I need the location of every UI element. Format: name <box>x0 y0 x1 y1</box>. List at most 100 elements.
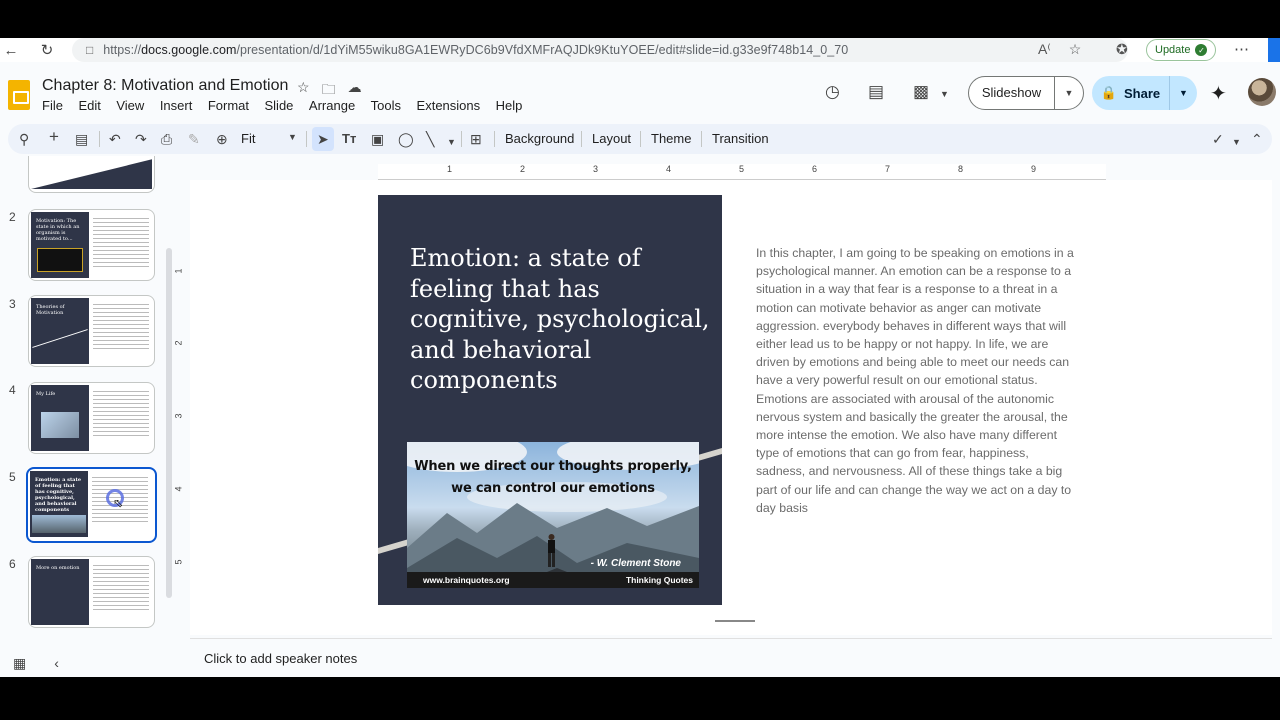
menu-insert[interactable]: Insert <box>160 98 193 113</box>
line-icon[interactable]: ╲ <box>426 130 434 148</box>
menu-file[interactable]: File <box>42 98 63 113</box>
lock-icon: 🔒 <box>1100 85 1118 100</box>
share-dropdown-icon[interactable]: ▼ <box>1170 88 1197 98</box>
address-bar[interactable]: □ https://docs.google.com/presentation/d… <box>72 38 1128 62</box>
zoom-dropdown-icon[interactable]: ▼ <box>288 132 297 142</box>
ruler-tick: 6 <box>812 164 818 174</box>
meet-camera-icon[interactable]: ▩ <box>913 82 929 102</box>
ruler-tick: 2 <box>173 340 184 346</box>
menu-extensions[interactable]: Extensions <box>417 98 481 113</box>
site-info-icon[interactable]: □ <box>86 43 93 57</box>
collapse-filmstrip-icon[interactable]: ‹ <box>54 655 59 672</box>
back-arrow-icon[interactable]: ← <box>0 39 22 61</box>
add-comment-icon[interactable]: ⊞ <box>470 130 482 148</box>
slide-body-text[interactable]: In this chapter, I am going to be speaki… <box>756 244 1078 517</box>
toolbar-divider <box>99 131 100 147</box>
slide-thumbnail[interactable]: More on emotion <box>28 556 155 628</box>
search-menus-icon[interactable]: ⚲ <box>19 130 29 148</box>
read-aloud-icon[interactable]: A⁽ <box>1038 41 1051 58</box>
toolbar-divider <box>701 131 702 147</box>
browser-sidebar-icon[interactable] <box>1268 38 1280 62</box>
speaker-notes[interactable]: Click to add speaker notes <box>190 638 1272 677</box>
browser-menu-icon[interactable]: ⋯ <box>1234 40 1249 58</box>
new-slide-icon[interactable]: + <box>49 128 59 146</box>
editing-mode-dropdown-icon[interactable]: ▼ <box>1232 133 1241 151</box>
background-button[interactable]: Background <box>505 131 574 146</box>
slide-thumbnail[interactable]: My Life <box>28 382 155 454</box>
ruler-horizontal: 1 2 3 4 5 6 7 8 9 <box>378 164 1106 180</box>
layout-button[interactable]: Layout <box>592 131 631 146</box>
thumbnail-image <box>32 515 86 533</box>
menu-edit[interactable]: Edit <box>78 98 100 113</box>
slide-number: 3 <box>9 297 16 311</box>
slideshow-dropdown-icon[interactable]: ▼ <box>1055 88 1083 98</box>
menu-tools[interactable]: Tools <box>371 98 401 113</box>
app-window: ← ↻ □ https://docs.google.com/presentati… <box>0 38 1280 677</box>
new-slide-layout-icon[interactable]: ▤ <box>75 130 88 148</box>
line-dropdown-icon[interactable]: ▼ <box>447 133 456 151</box>
toolbar-divider <box>581 131 582 147</box>
text-box-icon[interactable]: Tᴛ <box>342 130 356 148</box>
thumbnail-title: My Life <box>36 391 56 397</box>
redo-icon[interactable]: ↷ <box>135 130 147 148</box>
thumbnail-text <box>93 218 149 270</box>
image-brand: Thinking Quotes <box>625 575 693 585</box>
zoom-select[interactable]: Fit <box>241 131 255 146</box>
slide[interactable]: Emotion: a state of feeling that has cog… <box>378 195 1106 605</box>
toolbar-divider <box>461 131 462 147</box>
slide-thumbnail-selected[interactable]: Emotion: a state of feeling that has cog… <box>26 467 157 543</box>
theme-button[interactable]: Theme <box>651 131 691 146</box>
gemini-sparkle-icon[interactable]: ✦ <box>1210 81 1227 106</box>
thumbnail-image <box>41 412 79 438</box>
slide-title[interactable]: Emotion: a state of feeling that has cog… <box>410 243 710 396</box>
slideshow-label[interactable]: Slideshow <box>969 77 1055 109</box>
version-history-icon[interactable]: ◷ <box>825 82 840 102</box>
slide-number: 2 <box>9 210 16 224</box>
shape-icon[interactable]: ◯ <box>398 130 414 148</box>
menu-help[interactable]: Help <box>496 98 523 113</box>
share-main[interactable]: 🔒 Share <box>1092 76 1170 110</box>
collapse-toolbar-icon[interactable]: ⌃ <box>1251 130 1263 148</box>
undo-icon[interactable]: ↶ <box>109 130 121 148</box>
thumbnail-title: Theories of Motivation <box>36 304 65 316</box>
transition-button[interactable]: Transition <box>712 131 769 146</box>
account-avatar[interactable] <box>1248 78 1276 106</box>
mouse-cursor-icon: ⬁ <box>113 496 124 510</box>
filmstrip-scrollbar[interactable] <box>166 248 172 598</box>
zoom-icon[interactable]: ⊕ <box>216 130 228 148</box>
select-arrow-icon[interactable]: ➤ <box>317 130 329 148</box>
menu-view[interactable]: View <box>116 98 144 113</box>
thumbnail-dark-panel: Motivation: The state in which an organi… <box>31 212 89 278</box>
notes-resize-handle[interactable] <box>715 620 755 622</box>
slideshow-button[interactable]: Slideshow ▼ <box>968 76 1084 110</box>
menu-format[interactable]: Format <box>208 98 249 113</box>
thumbnail-title: Emotion: a state of feeling that has cog… <box>35 477 82 513</box>
paint-format-icon[interactable]: ✎ <box>188 130 200 148</box>
reload-icon[interactable]: ↻ <box>36 39 58 61</box>
slides-logo-icon[interactable] <box>8 80 30 110</box>
document-title[interactable]: Chapter 8: Motivation and Emotion <box>42 77 288 95</box>
slide-thumbnail[interactable]: Motivation: The state in which an organi… <box>28 209 155 281</box>
meet-dropdown-icon[interactable]: ▼ <box>940 89 949 99</box>
favorite-star-icon[interactable]: ☆ <box>1069 41 1082 58</box>
ruler-tick: 5 <box>739 164 745 174</box>
address-bar-icons: A⁽ ☆ <box>1038 41 1081 58</box>
grid-view-icon[interactable]: ▦ <box>13 655 26 672</box>
insert-image-icon[interactable]: ▣ <box>371 130 384 148</box>
editing-mode-icon[interactable]: ✓ <box>1212 130 1224 148</box>
slide-thumbnail[interactable] <box>28 156 155 193</box>
favorites-icon[interactable]: ✪ <box>1116 41 1128 58</box>
thumbnail-image <box>37 248 83 272</box>
print-icon[interactable]: ⎙ <box>161 130 172 148</box>
ruler-tick: 2 <box>520 164 526 174</box>
quote-image[interactable]: When we direct our thoughts properly, we… <box>407 442 699 588</box>
share-button[interactable]: 🔒 Share ▼ <box>1092 76 1197 110</box>
update-button[interactable]: Update ✓ <box>1146 39 1217 61</box>
ruler-tick: 3 <box>173 413 184 419</box>
editing-toolbar: ⚲ + ▤ ↶ ↷ ⎙ ✎ ⊕ Fit ▼ ➤ Tᴛ ▣ ◯ ╲ ▼ ⊞ Bac… <box>8 124 1272 154</box>
menu-arrange[interactable]: Arrange <box>309 98 355 113</box>
url-text: https://docs.google.com/presentation/d/1… <box>103 43 849 57</box>
menu-slide[interactable]: Slide <box>265 98 294 113</box>
comments-icon[interactable]: ▤ <box>868 82 884 102</box>
slide-thumbnail[interactable]: Theories of Motivation <box>28 295 155 367</box>
